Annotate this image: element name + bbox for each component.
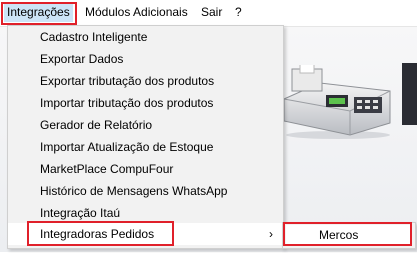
menu-sair[interactable]: Sair [198,3,225,22]
menu-item-importar-estoque[interactable]: Importar Atualização de Estoque [8,136,283,158]
menu-item-integracao-itau[interactable]: Integração Itaú [8,202,283,224]
menu-item-exportar-dados[interactable]: Exportar Dados [8,48,283,70]
menu-help[interactable]: ? [232,3,245,22]
menu-item-integradoras-pedidos[interactable]: Integradoras Pedidos › [8,223,283,245]
menu-item-gerador-relatorio[interactable]: Gerador de Relatório [8,114,283,136]
menu-bar: Integrações Módulos Adicionais Sair ? [0,0,417,27]
menu-item-exportar-tributacao[interactable]: Exportar tributação dos produtos [8,70,283,92]
side-panel-graphic [402,63,417,125]
menu-item-importar-tributacao[interactable]: Importar tributação dos produtos [8,92,283,114]
menu-modulos-adicionais[interactable]: Módulos Adicionais [82,3,191,22]
submenu-item-mercos[interactable]: Mercos [286,225,412,245]
menu-item-marketplace[interactable]: MarketPlace CompuFour [8,158,283,180]
register-printer-icon [283,65,391,139]
integradoras-submenu: Mercos [282,222,416,249]
menu-integracoes[interactable]: Integrações [4,3,73,22]
chevron-right-icon: › [269,227,273,241]
menu-item-historico-whatsapp[interactable]: Histórico de Mensagens WhatsApp [8,180,283,202]
menu-item-cadastro-inteligente[interactable]: Cadastro Inteligente [8,26,283,48]
integracoes-dropdown: Cadastro Inteligente Exportar Dados Expo… [7,25,284,249]
